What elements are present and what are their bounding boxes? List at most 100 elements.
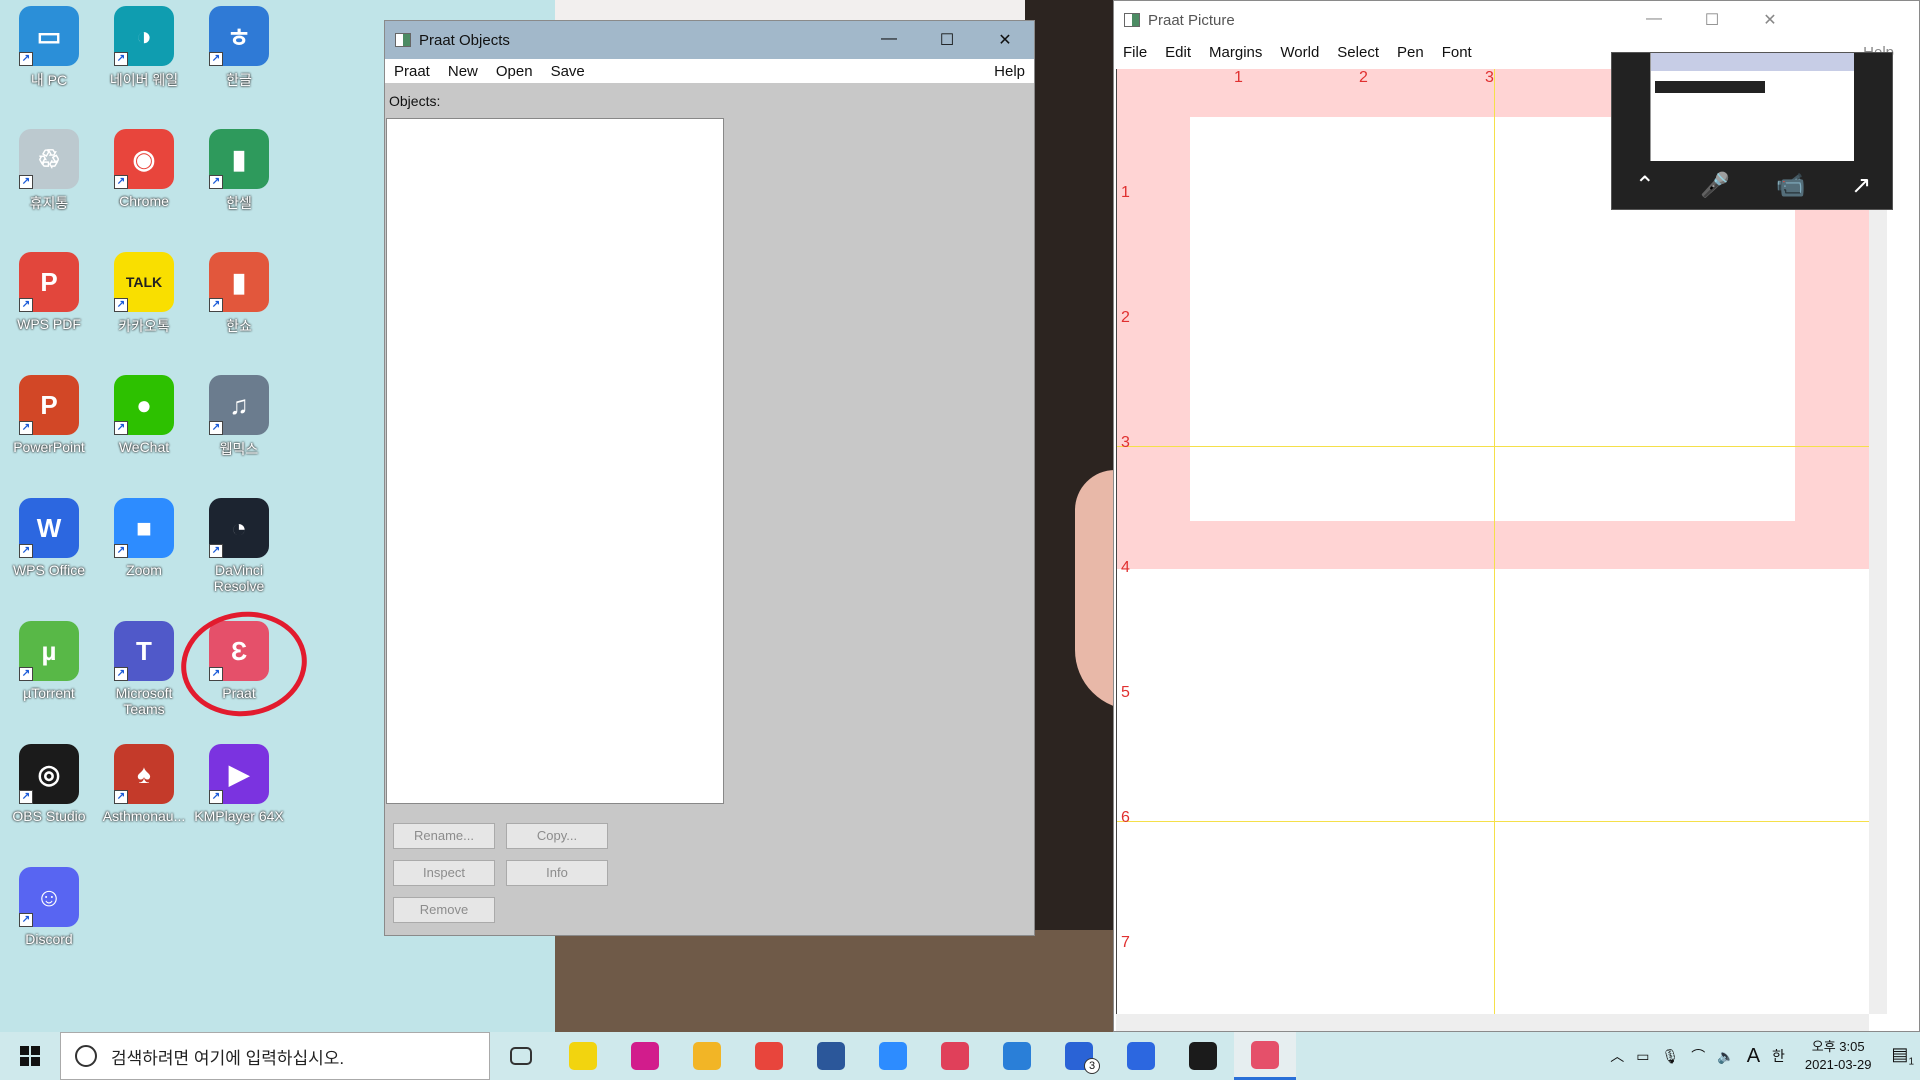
menu-margins[interactable]: Margins: [1200, 44, 1271, 61]
taskbar-word[interactable]: [800, 1032, 862, 1080]
desktop-icon[interactable]: ㅎ ↗ 한글: [191, 6, 287, 90]
app-icon: ▮ ↗: [209, 129, 269, 189]
start-button[interactable]: [0, 1032, 60, 1080]
objects-menubar: Praat New Open Save Help: [385, 59, 1034, 83]
app-icon: ☺ ↗: [19, 867, 79, 927]
app-icon: ▶ ↗: [209, 744, 269, 804]
shortcut-arrow-icon: ↗: [19, 667, 33, 681]
menu-select[interactable]: Select: [1328, 44, 1388, 61]
app-icon: W ↗: [19, 498, 79, 558]
taskbar-praat[interactable]: [1234, 1032, 1296, 1080]
close-icon[interactable]: ✕: [1741, 10, 1799, 30]
menu-file[interactable]: File: [1114, 44, 1156, 61]
app-icon: ㅎ ↗: [209, 6, 269, 66]
desktop-icon[interactable]: ◑ ↗ 네이버 웨일: [96, 6, 192, 90]
microphone-icon[interactable]: 🎙: [1655, 1048, 1685, 1065]
menu-edit[interactable]: Edit: [1156, 44, 1200, 61]
wifi-icon[interactable]: ⌒: [1685, 1046, 1711, 1066]
desktop-icon[interactable]: ♲ ↗ 휴지통: [1, 129, 97, 213]
taskbar-search[interactable]: 검색하려면 여기에 입력하십시오.: [60, 1032, 490, 1080]
inspect-button[interactable]: Inspect: [393, 860, 495, 886]
chevron-up-icon[interactable]: ⌃: [1635, 171, 1655, 199]
video-off-icon[interactable]: 📹: [1776, 171, 1806, 199]
ime-language[interactable]: 한: [1766, 1046, 1791, 1066]
rename-button[interactable]: Rename...: [393, 823, 495, 849]
battery-icon[interactable]: ▭: [1630, 1048, 1655, 1065]
desktop-icon[interactable]: ■ ↗ Zoom: [96, 498, 192, 578]
desktop-icon[interactable]: ♫ ↗ 웹믹스: [191, 375, 287, 459]
desktop-icon[interactable]: ◎ ↗ OBS Studio: [1, 744, 97, 824]
ruler-left-6: 6: [1121, 809, 1130, 826]
shortcut-arrow-icon: ↗: [19, 913, 33, 927]
desktop-icon[interactable]: P ↗ WPS PDF: [1, 252, 97, 332]
minimize-icon[interactable]: —: [1625, 10, 1683, 30]
menu-world[interactable]: World: [1271, 44, 1328, 61]
objects-list[interactable]: [386, 118, 724, 804]
desktop-icon[interactable]: T ↗ Microsoft Teams: [96, 621, 192, 717]
chevron-up-icon[interactable]: ︿: [1604, 1046, 1630, 1066]
desktop-icon[interactable]: TALK ↗ 카카오톡: [96, 252, 192, 336]
shortcut-arrow-icon: ↗: [114, 52, 128, 66]
praat-objects-window: Praat Objects — ☐ ✕ Praat New Open Save …: [384, 20, 1035, 936]
taskbar-todo[interactable]: 3: [1048, 1032, 1110, 1080]
app-icon: ■ ↗: [114, 498, 174, 558]
desktop-icon[interactable]: ▮ ↗ 한쇼: [191, 252, 287, 336]
menu-pen[interactable]: Pen: [1388, 44, 1433, 61]
vertical-scrollbar[interactable]: [1869, 69, 1887, 1014]
desktop-icon-label: 휴지통: [29, 195, 69, 211]
menu-new[interactable]: New: [439, 63, 487, 80]
menu-font[interactable]: Font: [1433, 44, 1481, 61]
taskbar-chrome[interactable]: [738, 1032, 800, 1080]
copy-button[interactable]: Copy...: [506, 823, 608, 849]
minimize-icon[interactable]: —: [860, 30, 918, 50]
close-icon[interactable]: ✕: [976, 30, 1034, 50]
taskbar-sticky-notes[interactable]: [552, 1032, 614, 1080]
picture-titlebar[interactable]: Praat Picture — ☐ ✕: [1114, 1, 1919, 39]
desktop-icon[interactable]: P ↗ PowerPoint: [1, 375, 97, 455]
info-button[interactable]: Info: [506, 860, 608, 886]
taskbar-task-view[interactable]: [490, 1032, 552, 1080]
taskbar-calendar[interactable]: [986, 1032, 1048, 1080]
desktop-icon[interactable]: ▶ ↗ KMPlayer 64X: [191, 744, 287, 824]
notification-icon[interactable]: ▤1: [1885, 1044, 1920, 1068]
app-icon: ♫ ↗: [209, 375, 269, 435]
app-icon: ♠ ↗: [114, 744, 174, 804]
remove-button[interactable]: Remove: [393, 897, 495, 923]
desktop-icon-label: Discord: [25, 931, 73, 947]
taskbar-snipping-tool[interactable]: [924, 1032, 986, 1080]
desktop-icon[interactable]: ◉ ↗ Chrome: [96, 129, 192, 209]
menu-save[interactable]: Save: [542, 63, 594, 80]
guide-line-vertical: [1494, 69, 1495, 1014]
mic-muted-icon[interactable]: 🎤: [1700, 171, 1730, 199]
clock[interactable]: 오후 3:05 2021-03-29: [1791, 1038, 1886, 1074]
desktop-icon[interactable]: ▮ ↗ 한셀: [191, 129, 287, 213]
ruler-top-3: 3: [1485, 69, 1494, 86]
maximize-icon[interactable]: ☐: [1683, 10, 1741, 30]
menu-open[interactable]: Open: [487, 63, 542, 80]
objects-titlebar[interactable]: Praat Objects — ☐ ✕: [385, 21, 1034, 59]
desktop-icon[interactable]: ☺ ↗ Discord: [1, 867, 97, 947]
horizontal-scrollbar[interactable]: [1116, 1014, 1869, 1031]
menu-help[interactable]: Help: [985, 63, 1034, 80]
maximize-icon[interactable]: ☐: [918, 30, 976, 50]
taskbar-audio-app[interactable]: [614, 1032, 676, 1080]
zoom-icon: [879, 1042, 907, 1070]
menu-praat[interactable]: Praat: [385, 63, 439, 80]
praat-window-icon: [1124, 13, 1140, 27]
taskbar-wps[interactable]: [1110, 1032, 1172, 1080]
desktop-icon[interactable]: ● ↗ WeChat: [96, 375, 192, 455]
desktop-icon[interactable]: ♠ ↗ Asthmonau...: [96, 744, 192, 824]
taskbar-zoom[interactable]: [862, 1032, 924, 1080]
share-icon[interactable]: ↗: [1851, 171, 1871, 199]
desktop-icon[interactable]: ◔ ↗ DaVinci Resolve: [191, 498, 287, 594]
taskbar-obs[interactable]: [1172, 1032, 1234, 1080]
picture-canvas[interactable]: 1 2 3 1 2 3 4 5 6 7: [1116, 69, 1869, 1014]
desktop-icon[interactable]: µ ↗ µTorrent: [1, 621, 97, 701]
shortcut-arrow-icon: ↗: [19, 298, 33, 312]
taskbar-file-explorer[interactable]: [676, 1032, 738, 1080]
desktop-icon[interactable]: W ↗ WPS Office: [1, 498, 97, 578]
ime-letter[interactable]: A: [1741, 1045, 1766, 1068]
desktop-icon-label: 한쇼: [226, 318, 252, 334]
volume-icon[interactable]: 🔈: [1711, 1048, 1740, 1065]
desktop-icon[interactable]: ▭ ↗ 내 PC: [1, 6, 97, 90]
